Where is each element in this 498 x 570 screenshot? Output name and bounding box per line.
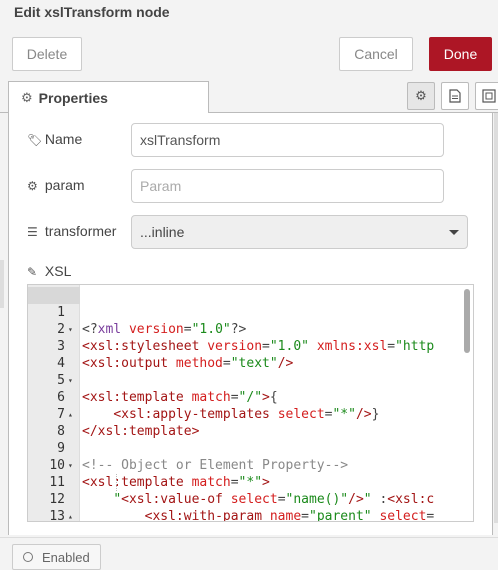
code-line: 5 ▾ <xsl:template match="/">{ [57, 373, 278, 405]
name-label: 🏷 Name [27, 131, 83, 147]
code-line: 8 [57, 424, 65, 439]
tray-header: Edit xslTransform node Delete Cancel Don… [0, 0, 498, 80]
chevron-down-icon [449, 229, 459, 235]
xsl-label: ✎ XSL [27, 263, 72, 279]
enabled-toggle[interactable]: Enabled [12, 544, 101, 570]
transformer-value: ...inline [140, 224, 185, 240]
param-placeholder: Param [140, 178, 182, 194]
tray-title: Edit xslTransform node [14, 4, 170, 20]
tab-description[interactable] [441, 82, 469, 110]
indent-guide [116, 474, 117, 491]
gear-icon: ⚙ [415, 88, 427, 103]
code-line: 13▴ </xsl:call-template> [28, 491, 468, 521]
param-label: ⚙ param [27, 177, 85, 193]
code-line: 3 <xsl:output method="text"/> [57, 339, 294, 371]
xsl-code-editor[interactable]: 1 <?xml version="1.0"?> 2 ▾ <xsl:styleshe… [27, 284, 474, 522]
appearance-icon [482, 89, 496, 103]
code-line: 7 ▴ </xsl:template> [57, 407, 200, 439]
panel-scrollbar[interactable] [494, 113, 498, 523]
tabs-row: ⚙ Properties ⚙ [0, 80, 498, 114]
edit-icon: ✎ [27, 265, 38, 279]
delete-button[interactable]: Delete [12, 37, 82, 71]
code-line: 11 "<xsl:value-of select="name()"/>" :<x… [49, 475, 435, 507]
code-line: 4 [57, 356, 65, 371]
transformer-label: ☰ transformer [27, 223, 117, 239]
editor-scrollbar[interactable] [464, 289, 470, 353]
code-line: 6 <xsl:apply-templates select="*"/>} [57, 390, 380, 422]
footer: Enabled [0, 537, 498, 570]
name-input[interactable]: xslTransform [131, 123, 444, 157]
tag-icon: 🏷 [27, 133, 43, 147]
code-line: 9 <!-- Object or Element Property--> [57, 441, 349, 473]
done-button[interactable]: Done [429, 37, 492, 71]
tab-appearance[interactable] [475, 82, 498, 110]
gear-icon: ⚙ [21, 90, 33, 105]
code-line: 10 ▾ <xsl:template match="*"> [49, 458, 270, 490]
circle-icon [23, 552, 33, 562]
enabled-label: Enabled [42, 549, 90, 565]
tab-properties[interactable]: ⚙ Properties [8, 81, 209, 114]
code-line: 12 <xsl:with-param name="parent" select= [49, 492, 435, 522]
tab-settings[interactable]: ⚙ [407, 82, 435, 110]
list-icon: ☰ [27, 225, 38, 239]
param-input[interactable]: Param [131, 169, 444, 203]
transformer-select[interactable]: ...inline [131, 215, 468, 249]
code-line: 1 <?xml version="1.0"?> [57, 305, 247, 337]
code-line: 14▴ </xsl:template> [28, 508, 468, 521]
gear-icon: ⚙ [27, 179, 38, 193]
cancel-button[interactable]: Cancel [339, 37, 413, 71]
left-splitter[interactable] [0, 260, 4, 308]
description-icon [449, 89, 461, 103]
tab-properties-label: Properties [38, 90, 108, 106]
code-line: 2 ▾ <xsl:stylesheet version="1.0" xmlns:x… [57, 322, 435, 354]
properties-panel: 🏷 Name xslTransform ⚙ param Param ☰ tran… [8, 113, 493, 535]
